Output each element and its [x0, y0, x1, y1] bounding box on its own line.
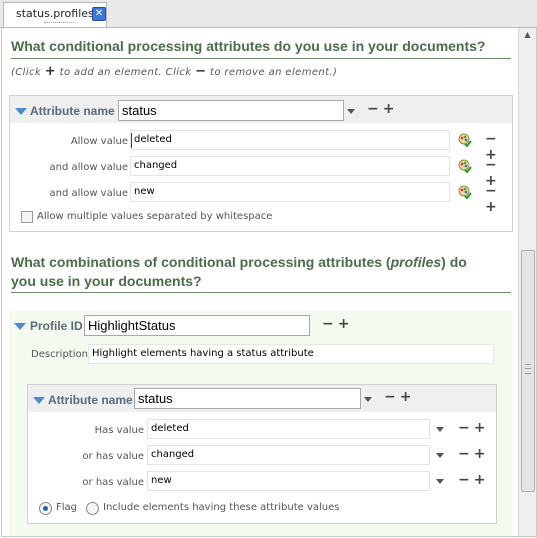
has-value-input[interactable]: changed: [147, 445, 430, 465]
multiple-values-label: Allow multiple values separated by white…: [37, 211, 273, 222]
attribute-dropdown-icon[interactable]: [364, 397, 372, 402]
attribute-name-input[interactable]: status: [134, 388, 361, 409]
scroll-up-icon[interactable]: ▲: [519, 28, 536, 42]
hint-remove: to remove an element.): [210, 67, 338, 78]
section1-question: What conditional processing attributes d…: [11, 38, 486, 54]
minus-button[interactable]: −: [322, 316, 338, 332]
minus-icon: −: [195, 64, 207, 79]
minus-button[interactable]: −: [384, 389, 400, 405]
attribute-minus-plus-buttons[interactable]: −+: [367, 101, 398, 117]
plus-button[interactable]: +: [485, 199, 501, 215]
row-label: and allow value: [49, 188, 128, 199]
attribute-box: Attribute name status −+ Allow value del…: [9, 95, 513, 232]
collapse-triangle-icon[interactable]: [33, 397, 45, 404]
plus-button[interactable]: +: [474, 472, 490, 488]
value-dropdown-icon[interactable]: [436, 479, 444, 484]
attribute-dropdown-icon[interactable]: [347, 109, 355, 114]
description-label: Description: [31, 349, 88, 360]
value-dropdown-icon[interactable]: [436, 427, 444, 432]
minus-button[interactable]: −: [458, 472, 474, 488]
scrollbar-thumb[interactable]: [521, 250, 535, 492]
allow-value-input[interactable]: deleted: [130, 130, 450, 150]
plus-button[interactable]: +: [474, 446, 490, 462]
vertical-scrollbar[interactable]: ▲: [518, 28, 536, 536]
value-picker-icon[interactable]: [458, 133, 472, 147]
text-caret: [131, 133, 132, 148]
value-picker-icon[interactable]: [458, 185, 472, 199]
hint-add: to add an element. Click: [59, 67, 192, 78]
plus-button[interactable]: +: [338, 316, 354, 332]
minus-button[interactable]: −: [485, 157, 501, 173]
attribute-name-input[interactable]: status: [118, 100, 344, 121]
hint-click: (Click: [11, 67, 42, 78]
row-label: and allow value: [49, 162, 128, 173]
collapse-triangle-icon[interactable]: [14, 323, 26, 330]
minus-button[interactable]: −: [485, 183, 501, 199]
collapse-triangle-icon[interactable]: [15, 108, 27, 115]
flag-label: Flag: [56, 502, 78, 513]
section2-question: What combinations of conditional process…: [11, 253, 467, 291]
row-minus-plus-buttons[interactable]: −+: [485, 183, 512, 215]
tab-grip: [44, 22, 74, 25]
profile-minus-plus-buttons[interactable]: −+: [322, 316, 353, 332]
editor-area: What conditional processing attributes d…: [1, 28, 537, 537]
plus-button[interactable]: +: [383, 101, 399, 117]
question-emphasis: profiles: [390, 254, 442, 270]
minus-button[interactable]: −: [485, 131, 501, 147]
allow-value-input[interactable]: changed: [130, 156, 450, 176]
attribute-name-label: Attribute name: [30, 104, 115, 118]
question-text: What combinations of conditional process…: [11, 254, 391, 270]
attribute-minus-plus-buttons[interactable]: −+: [384, 389, 415, 405]
allow-value-text: deleted: [134, 134, 172, 145]
row-label: Allow value: [70, 136, 128, 147]
tab-bar: status.profiles ✕: [0, 0, 537, 28]
has-value-input[interactable]: new: [147, 471, 430, 491]
plus-button[interactable]: +: [400, 389, 416, 405]
row-minus-plus-buttons[interactable]: −+: [458, 446, 489, 462]
multiple-values-checkbox[interactable]: [21, 211, 33, 223]
profile-id-label: Profile ID: [30, 319, 83, 333]
value-picker-icon[interactable]: [458, 159, 472, 173]
row-minus-plus-buttons[interactable]: −+: [458, 420, 489, 436]
plus-button[interactable]: +: [474, 420, 490, 436]
description-input[interactable]: Highlight elements having a status attri…: [88, 344, 494, 364]
section1-divider: [11, 58, 511, 59]
include-label: Include elements having these attribute …: [103, 502, 340, 513]
grip-icon: [525, 364, 531, 374]
include-radio[interactable]: [86, 502, 99, 515]
row-minus-plus-buttons[interactable]: −+: [458, 472, 489, 488]
row-label: or has value: [82, 477, 144, 488]
minus-button[interactable]: −: [458, 446, 474, 462]
close-icon[interactable]: ✕: [92, 7, 106, 21]
value-dropdown-icon[interactable]: [436, 453, 444, 458]
profile-attribute-box: Attribute name status −+ Has value delet…: [27, 384, 497, 524]
plus-icon: +: [44, 64, 57, 79]
question-text: you use in your documents?: [11, 273, 202, 289]
row-label: or has value: [82, 451, 144, 462]
attribute-name-label: Attribute name: [48, 393, 133, 407]
question-text: ) do: [441, 254, 467, 270]
has-value-input[interactable]: deleted: [147, 419, 430, 439]
minus-button[interactable]: −: [367, 101, 383, 117]
minus-button[interactable]: −: [458, 420, 474, 436]
section2-divider: [11, 292, 511, 293]
tab-label: status.profiles: [16, 7, 94, 20]
allow-value-input[interactable]: new: [130, 182, 450, 202]
profile-id-input[interactable]: HighlightStatus: [84, 315, 310, 336]
flag-radio[interactable]: [39, 502, 52, 515]
hint-text: (Click + to add an element. Click − to r…: [11, 64, 337, 79]
row-label: Has value: [94, 425, 144, 436]
tab-status-profiles[interactable]: status.profiles ✕: [3, 2, 107, 27]
